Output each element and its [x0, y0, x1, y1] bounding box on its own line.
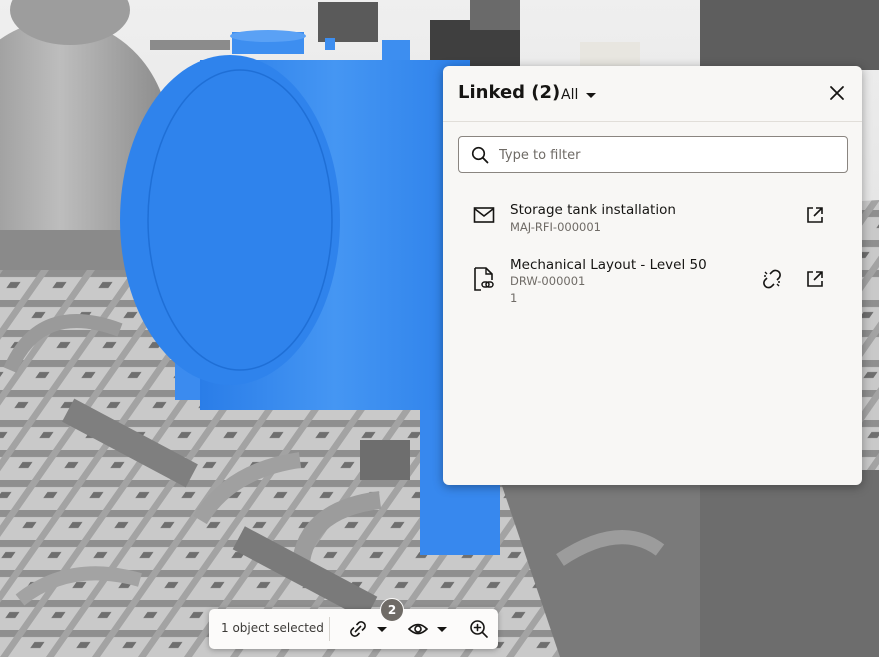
- filter-input[interactable]: [497, 137, 841, 174]
- linked-item[interactable]: Storage tank installation MAJ-RFI-000001: [443, 194, 862, 244]
- filter-search-box: [458, 136, 848, 174]
- search-icon: [471, 146, 489, 164]
- eye-icon: [407, 623, 429, 635]
- linked-panel: Linked (2) All Storage tank installation…: [443, 66, 862, 485]
- caret-down-icon: [586, 92, 597, 98]
- linked-item[interactable]: Mechanical Layout - Level 50 DRW-000001 …: [443, 250, 862, 310]
- visibility-button[interactable]: [407, 617, 447, 641]
- unlink-button[interactable]: [761, 268, 783, 290]
- linked-item-revision: 1: [510, 291, 518, 305]
- open-external-button[interactable]: [804, 204, 826, 226]
- linked-document-icon: [474, 267, 494, 291]
- linked-item-id: MAJ-RFI-000001: [510, 220, 601, 234]
- linked-item-title: Storage tank installation: [510, 202, 676, 218]
- unlink-icon: [763, 269, 781, 289]
- mail-icon: [473, 207, 495, 223]
- link-count-badge: 2: [380, 598, 404, 622]
- linked-item-id: DRW-000001: [510, 274, 586, 288]
- close-button[interactable]: [826, 82, 848, 104]
- caret-down-icon[interactable]: [377, 626, 387, 632]
- toolbar-divider: [329, 617, 330, 641]
- filter-value: All: [561, 87, 579, 103]
- panel-title: Linked (2): [458, 82, 561, 103]
- panel-header: Linked (2) All: [443, 66, 862, 122]
- linked-items-button[interactable]: [347, 617, 387, 641]
- zoom-to-button[interactable]: [468, 617, 490, 641]
- close-icon: [830, 86, 844, 100]
- open-external-icon: [807, 271, 823, 287]
- link-icon: [350, 621, 366, 637]
- filter-dropdown[interactable]: All: [561, 85, 597, 105]
- caret-down-icon[interactable]: [437, 626, 447, 632]
- linked-item-title: Mechanical Layout - Level 50: [510, 257, 707, 273]
- selection-count-text: 1 object selected: [221, 621, 324, 635]
- open-external-icon: [807, 207, 823, 223]
- selection-toolbar: 1 object selected: [209, 609, 498, 649]
- open-external-button[interactable]: [804, 268, 826, 290]
- zoom-in-icon: [470, 620, 488, 638]
